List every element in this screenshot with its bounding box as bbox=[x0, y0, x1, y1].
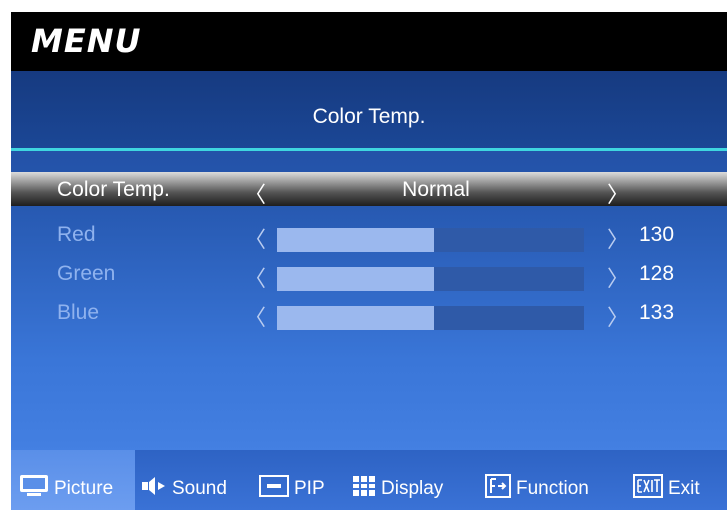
green-slider-fill bbox=[277, 267, 434, 291]
red-slider-fill bbox=[277, 228, 434, 252]
tab-pip[interactable]: PIP bbox=[259, 450, 325, 510]
chevron-right-icon[interactable]: 〉 bbox=[607, 261, 629, 293]
osd-menu: MENU Color Temp. Color Temp. 〈 Normal 〉 … bbox=[11, 12, 727, 510]
color-temp-row[interactable]: Color Temp. 〈 Normal 〉 bbox=[11, 172, 727, 209]
chevron-right-icon[interactable]: 〉 bbox=[607, 222, 629, 254]
pip-icon bbox=[259, 474, 289, 503]
red-label: Red bbox=[57, 223, 96, 246]
page-title: Color Temp. bbox=[312, 105, 426, 128]
blue-slider-fill bbox=[277, 306, 434, 330]
tab-picture-label: Picture bbox=[54, 477, 114, 499]
tab-exit[interactable]: Exit bbox=[633, 450, 700, 510]
tab-exit-label: Exit bbox=[668, 477, 700, 499]
tab-sound[interactable]: Sound bbox=[141, 450, 227, 510]
tab-function-label: Function bbox=[516, 477, 589, 499]
green-row[interactable]: Green 〈 〉 128 bbox=[11, 257, 727, 291]
blue-row[interactable]: Blue 〈 〉 133 bbox=[11, 296, 727, 330]
chevron-right-icon[interactable]: 〉 bbox=[607, 300, 629, 332]
monitor-icon bbox=[19, 474, 49, 504]
chevron-left-icon[interactable]: 〈 bbox=[244, 222, 266, 254]
green-slider[interactable] bbox=[277, 267, 584, 291]
grid-icon bbox=[352, 475, 376, 503]
tab-function[interactable]: Function bbox=[485, 450, 589, 510]
chevron-left-icon[interactable]: 〈 bbox=[244, 300, 266, 332]
blue-label: Blue bbox=[57, 301, 100, 324]
chevron-left-icon[interactable]: 〈 bbox=[244, 177, 266, 209]
bottom-tab-bar: Picture Sound PIP Display Function Exit bbox=[11, 450, 727, 510]
red-row[interactable]: Red 〈 〉 130 bbox=[11, 218, 727, 252]
red-value: 130 bbox=[639, 223, 675, 246]
color-temp-value: Normal bbox=[402, 178, 470, 201]
title-divider bbox=[11, 148, 727, 151]
page-title-bar: Color Temp. bbox=[11, 71, 727, 149]
tab-picture[interactable]: Picture bbox=[11, 450, 135, 510]
speaker-icon bbox=[141, 476, 167, 502]
menu-title: MENU bbox=[31, 22, 142, 60]
color-temp-label: Color Temp. bbox=[57, 178, 170, 201]
tab-display[interactable]: Display bbox=[352, 450, 443, 510]
exit-icon bbox=[633, 473, 663, 504]
tab-display-label: Display bbox=[381, 477, 444, 499]
tab-pip-label: PIP bbox=[294, 477, 325, 499]
green-label: Green bbox=[57, 262, 116, 285]
tab-sound-label: Sound bbox=[172, 477, 227, 499]
green-value: 128 bbox=[639, 262, 675, 285]
blue-slider[interactable] bbox=[277, 306, 584, 330]
chevron-right-icon[interactable]: 〉 bbox=[607, 177, 629, 209]
chevron-left-icon[interactable]: 〈 bbox=[244, 261, 266, 293]
blue-value: 133 bbox=[639, 301, 675, 324]
red-slider[interactable] bbox=[277, 228, 584, 252]
menu-header: MENU bbox=[11, 12, 727, 71]
function-icon bbox=[485, 473, 511, 504]
